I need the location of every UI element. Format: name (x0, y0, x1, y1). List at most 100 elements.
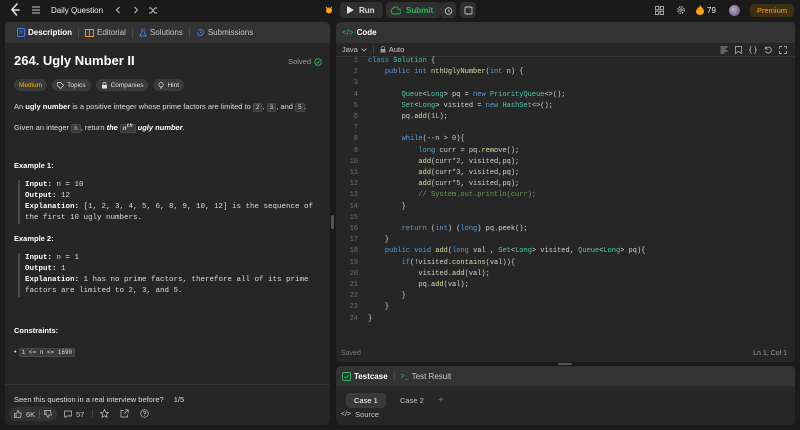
streak-counter[interactable]: 79 (696, 0, 716, 20)
case-2-tab[interactable]: Case 2 (392, 393, 432, 408)
tab-testcase[interactable]: Testcase (342, 366, 394, 387)
tab-submissions[interactable]: Submissions (190, 22, 259, 43)
constraints-list: • 1 <= n <= 1690 (14, 346, 320, 358)
code-line[interactable]: add(curr*5, visited,pq); (368, 179, 519, 190)
code-line[interactable]: Queue<Long> pq = new PriorityQueue<>(); (368, 90, 566, 101)
line-number: 15 (349, 213, 358, 222)
case-1-tab[interactable]: Case 1 (346, 393, 386, 408)
constraint-item: 1 <= n <= 1690 (18, 348, 76, 357)
code-line[interactable]: public int nthUglyNumber(int n) { (368, 67, 524, 78)
code-line[interactable]: // System.out.println(curr); (368, 190, 536, 201)
daily-question-label[interactable]: Daily Question (51, 0, 103, 20)
horizontal-resize-handle[interactable] (558, 363, 572, 365)
shuffle-icon[interactable] (148, 0, 158, 20)
code-line[interactable]: pq.add(val); (368, 280, 468, 291)
document-icon (17, 28, 25, 37)
solved-status: Solved (288, 57, 322, 66)
bookmark-icon[interactable] (735, 46, 742, 54)
constraints-heading: Constraints: (14, 326, 59, 335)
comment-count: 57 (76, 409, 85, 419)
text-span: the (106, 123, 120, 132)
code-line[interactable]: } (368, 302, 389, 313)
reset-icon[interactable] (764, 46, 772, 54)
code-panel-title: Code (356, 28, 377, 37)
tab-solutions-label: Solutions (149, 28, 183, 37)
tab-solutions[interactable]: Solutions (133, 22, 189, 43)
note-icon[interactable] (460, 2, 476, 18)
share-icon[interactable] (120, 409, 129, 420)
expand-icon[interactable] (779, 46, 787, 54)
prev-question-icon[interactable] (114, 0, 122, 20)
ugly-number-bold: ugly number (25, 102, 71, 111)
code-line[interactable]: return (int) (long) pq.peek(); (368, 224, 528, 235)
line-number: 7 (353, 124, 358, 133)
code-line[interactable]: } (368, 235, 389, 246)
problem-statement-2: Given an integer n, return the nth ugly … (14, 121, 320, 134)
code-line[interactable]: if(!visited.contains(val)){ (368, 258, 515, 269)
code-actions (720, 46, 787, 54)
curly-braces-icon[interactable] (749, 46, 757, 54)
alarm-icon[interactable] (440, 2, 456, 18)
check-circle-icon (314, 57, 322, 66)
vertical-resize-handle[interactable] (331, 215, 334, 229)
code-line[interactable]: class Solution { (368, 56, 435, 67)
avatar[interactable] (729, 0, 740, 20)
tab-editorial[interactable]: Editorial (79, 22, 132, 43)
code-line[interactable]: } (368, 202, 406, 213)
text-span: An (14, 102, 26, 111)
code-line[interactable]: Set<Long> visited = new HashSet<>(); (368, 101, 553, 112)
source-toggle[interactable]: </> Source (341, 410, 379, 419)
code-line[interactable]: } (368, 314, 372, 325)
companies-chip[interactable]: Companies (95, 79, 149, 91)
layout-grid-icon[interactable] (655, 0, 664, 20)
code-line[interactable]: long curr = pq.remove(); (368, 146, 519, 157)
settings-gear-icon[interactable] (676, 0, 686, 20)
line-number: 19 (349, 258, 358, 267)
tab-test-result[interactable]: >_ Test Result (395, 366, 458, 387)
line-number: 2 (353, 68, 358, 77)
debug-icon[interactable] (324, 0, 334, 20)
code-line[interactable]: public void add(long val , Set<Long> vis… (368, 246, 646, 257)
star-icon[interactable] (99, 408, 110, 420)
thumbs-down-icon[interactable] (44, 410, 52, 418)
thumbs-up-icon[interactable] (14, 410, 22, 418)
premium-button[interactable]: Premium (750, 3, 795, 17)
code-brackets-icon: </> (342, 28, 354, 37)
top-bar: Daily Question Run Submit 79 Premium (0, 0, 800, 20)
code-line[interactable]: visited.add(val); (368, 269, 489, 280)
tab-editorial-label: Editorial (97, 28, 126, 37)
topics-chip[interactable]: Topics (52, 79, 91, 91)
problem-title[interactable]: 264. Ugly Number II (14, 53, 135, 68)
topics-label: Topics (67, 81, 86, 89)
tab-description[interactable]: Description (11, 22, 78, 43)
problem-statement-1: An ugly number is a positive integer who… (14, 101, 320, 113)
format-icon[interactable] (720, 46, 728, 54)
code-line[interactable]: while(--n > 0){ (368, 134, 465, 145)
help-icon[interactable] (140, 409, 149, 420)
explanation-text: 1 has no prime factors, therefore all of… (79, 276, 309, 284)
tag-icon (57, 81, 65, 89)
submit-button[interactable]: Submit (386, 2, 442, 18)
explanation-text: the first 10 ugly numbers. (25, 214, 143, 222)
add-case-button[interactable]: + (438, 393, 444, 408)
code-line[interactable]: pq.add(1L); (368, 112, 448, 123)
code-line[interactable]: } (368, 291, 406, 302)
list-icon[interactable] (31, 0, 41, 20)
code-toolbar: Java Auto (336, 43, 795, 57)
language-select[interactable]: Java (342, 45, 367, 54)
flask-icon (139, 28, 147, 37)
testcase-panel: Testcase >_ Test Result Case 1 Case 2 + … (336, 366, 795, 425)
next-question-icon[interactable] (132, 0, 140, 20)
hint-chip[interactable]: Hint (153, 79, 185, 91)
auto-mode-toggle[interactable]: Auto (380, 45, 404, 54)
language-label: Java (342, 45, 358, 54)
code-line[interactable]: add(curr*2, visited,pq); (368, 157, 519, 168)
input-label: Input: (25, 181, 53, 189)
code-editor[interactable]: 1 class Solution {2 public int nthUglyNum… (336, 56, 794, 341)
inline-code: n (71, 124, 81, 133)
run-button[interactable]: Run (340, 2, 383, 18)
leetcode-logo-icon[interactable] (10, 3, 22, 17)
output-label: Output: (25, 192, 57, 200)
comments-button[interactable]: 57 (64, 407, 84, 421)
code-line[interactable]: add(curr*3, visited,pq); (368, 168, 519, 179)
